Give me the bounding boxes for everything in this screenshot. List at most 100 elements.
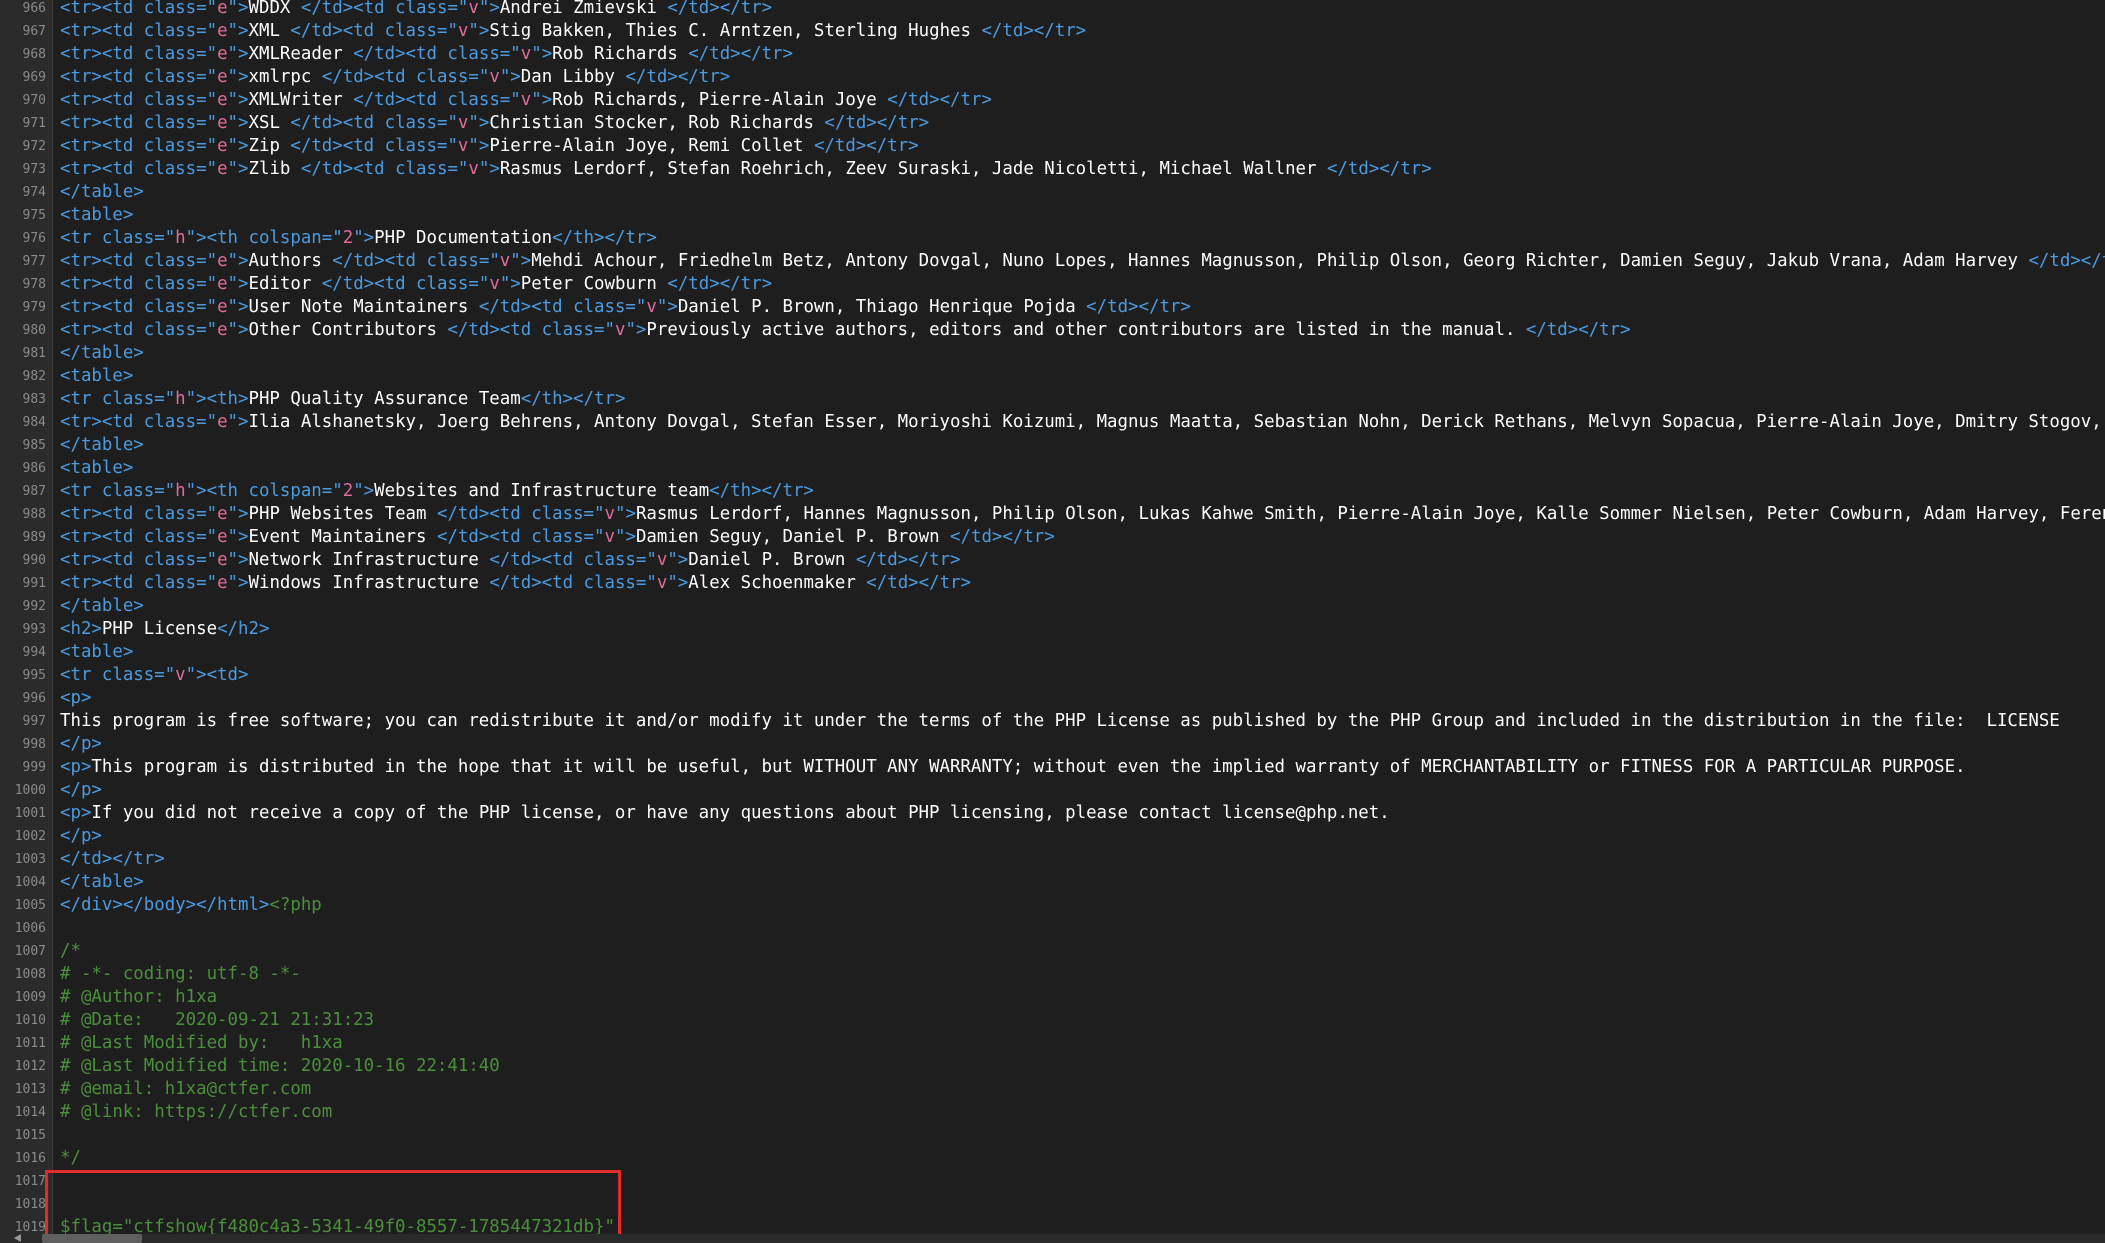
code-line[interactable]: 999 <p>This program is distributed in the…: [0, 756, 2105, 779]
line-text: <table>: [60, 457, 133, 480]
code-line[interactable]: 993 <h2>PHP License</h2>: [0, 618, 2105, 641]
code-line[interactable]: 1010 # @Date: 2020-09-21 21:31:23: [0, 1009, 2105, 1032]
code-line[interactable]: 1000 </p>: [0, 779, 2105, 802]
code-line[interactable]: 1016 */: [0, 1147, 2105, 1170]
code-token: </td></tr>: [60, 849, 165, 869]
code-line[interactable]: 987 <tr class="h"><th colspan="2">Website…: [0, 480, 2105, 503]
code-line[interactable]: 1002 </p>: [0, 825, 2105, 848]
code-token: v: [656, 550, 668, 570]
code-line[interactable]: 1001 <p>If you did not receive a copy of …: [0, 802, 2105, 825]
code-line[interactable]: 972 <tr><td class="e">Zip </td><td class=…: [0, 135, 2105, 158]
scrollbar-thumb[interactable]: [42, 1234, 142, 1243]
code-token: ">: [227, 90, 249, 110]
code-line[interactable]: 977 <tr><td class="e">Authors </td><td cl…: [0, 250, 2105, 273]
code-line[interactable]: 982 <table>: [0, 365, 2105, 388]
code-line[interactable]: 989 <tr><td class="e">Event Maintainers <…: [0, 526, 2105, 549]
line-text: </table>: [60, 871, 144, 894]
code-line[interactable]: 967 <tr><td class="e">XML </td><td class=…: [0, 20, 2105, 43]
code-token: e: [217, 90, 228, 110]
code-line[interactable]: 1011 # @Last Modified by: h1xa: [0, 1032, 2105, 1055]
code-line[interactable]: 992 </table>: [0, 595, 2105, 618]
code-token: "><th>: [185, 389, 249, 409]
line-number: 1009: [14, 990, 46, 1005]
horizontal-scrollbar[interactable]: [0, 1234, 2105, 1243]
code-token: <h2>: [60, 619, 102, 639]
code-line[interactable]: 994 <table>: [0, 641, 2105, 664]
code-line[interactable]: 1006: [0, 917, 2105, 940]
code-token: <tr><td class=": [60, 550, 218, 570]
code-line[interactable]: 974 </table>: [0, 181, 2105, 204]
code-line[interactable]: 991 <tr><td class="e">Windows Infrastruct…: [0, 572, 2105, 595]
code-line[interactable]: 1008 # -*- coding: utf-8 -*-: [0, 963, 2105, 986]
code-line[interactable]: 1003 </td></tr>: [0, 848, 2105, 871]
code-line[interactable]: 968 <tr><td class="e">XMLReader </td><td …: [0, 43, 2105, 66]
code-editor[interactable]: 966 <tr><td class="e">WDDX </td><td class…: [0, 0, 2105, 1243]
line-text: <h2>PHP License</h2>: [60, 618, 269, 641]
code-token: e: [217, 251, 228, 271]
code-line[interactable]: 1012 # @Last Modified time: 2020-10-16 22…: [0, 1055, 2105, 1078]
code-token: </td><td class=": [321, 67, 490, 87]
code-line[interactable]: 1014 # @link: https://ctfer.com: [0, 1101, 2105, 1124]
code-token: Alex Schoenmaker: [688, 573, 867, 593]
code-line[interactable]: 979 <tr><td class="e">User Note Maintaine…: [0, 296, 2105, 319]
code-line[interactable]: 1005 </div></body></html><?php: [0, 894, 2105, 917]
line-text: <table>: [60, 641, 133, 664]
code-line[interactable]: 998 </p>: [0, 733, 2105, 756]
line-number: 986: [22, 461, 46, 476]
code-token: ">: [227, 527, 249, 547]
code-line[interactable]: 985 </table>: [0, 434, 2105, 457]
code-line[interactable]: 1015: [0, 1124, 2105, 1147]
code-token: </td><td class=": [489, 573, 657, 593]
code-line[interactable]: 1009 # @Author: h1xa: [0, 986, 2105, 1009]
code-token: v: [468, 159, 479, 179]
line-text: <tr class="v"><td>: [60, 664, 248, 687]
code-token: </table>: [60, 182, 144, 202]
code-token: v: [175, 665, 186, 685]
code-line[interactable]: 996 <p>: [0, 687, 2105, 710]
code-line[interactable]: 976 <tr class="h"><th colspan="2">PHP Doc…: [0, 227, 2105, 250]
code-line[interactable]: 986 <table>: [0, 457, 2105, 480]
code-line[interactable]: 966 <tr><td class="e">WDDX </td><td class…: [0, 0, 2105, 20]
code-token: </td></tr>: [813, 136, 919, 156]
code-line[interactable]: 988 <tr><td class="e">PHP Websites Team <…: [0, 503, 2105, 526]
code-line[interactable]: 1004 </table>: [0, 871, 2105, 894]
code-token: <tr><td class=": [60, 21, 218, 41]
code-token: </td><td class=": [290, 113, 458, 133]
code-token: </td><td class=": [300, 0, 469, 18]
code-line[interactable]: 997 This program is free software; you ca…: [0, 710, 2105, 733]
code-line[interactable]: 969 <tr><td class="e">xmlrpc </td><td cla…: [0, 66, 2105, 89]
code-line[interactable]: 995 <tr class="v"><td>: [0, 664, 2105, 687]
code-token: <tr><td class=": [60, 573, 218, 593]
code-token: v: [489, 67, 500, 87]
code-token: v: [604, 527, 615, 547]
code-line[interactable]: 970 <tr><td class="e">XMLWriter </td><td …: [0, 89, 2105, 112]
code-token: ">: [227, 67, 249, 87]
code-token: XMLReader: [248, 44, 354, 64]
code-line[interactable]: 1007 /*: [0, 940, 2105, 963]
code-line[interactable]: 975 <table>: [0, 204, 2105, 227]
code-line[interactable]: 983 <tr class="h"><th>PHP Quality Assuran…: [0, 388, 2105, 411]
code-line[interactable]: 980 <tr><td class="e">Other Contributors …: [0, 319, 2105, 342]
code-token: # @email: h1xa@ctfer.com: [60, 1079, 312, 1099]
code-line[interactable]: 1013 # @email: h1xa@ctfer.com: [0, 1078, 2105, 1101]
code-token: ">: [227, 412, 249, 432]
line-text: </p>: [60, 779, 102, 802]
code-token: v: [489, 274, 500, 294]
code-line[interactable]: 978 <tr><td class="e">Editor </td><td cla…: [0, 273, 2105, 296]
scroll-left-arrow-icon[interactable]: [14, 1234, 21, 1242]
code-token: </th></tr>: [552, 228, 657, 248]
code-token: </td></tr>: [688, 44, 793, 64]
code-token: <tr><td class=": [60, 159, 218, 179]
code-line[interactable]: 981 </table>: [0, 342, 2105, 365]
code-line[interactable]: 973 <tr><td class="e">Zlib </td><td class…: [0, 158, 2105, 181]
code-token: v: [457, 113, 469, 133]
code-token: # @Last Modified by: h1xa: [60, 1033, 343, 1053]
code-line[interactable]: 971 <tr><td class="e">XSL </td><td class=…: [0, 112, 2105, 135]
line-text: </td></tr>: [60, 848, 165, 871]
code-token: xmlrpc: [248, 67, 322, 87]
code-line[interactable]: 984 <tr><td class="e">Ilia Alshanetsky, J…: [0, 411, 2105, 434]
code-view[interactable]: 966 <tr><td class="e">WDDX </td><td class…: [0, 0, 2105, 1239]
code-token: XMLWriter: [248, 90, 354, 110]
code-token: v: [457, 136, 469, 156]
code-line[interactable]: 990 <tr><td class="e">Network Infrastruct…: [0, 549, 2105, 572]
